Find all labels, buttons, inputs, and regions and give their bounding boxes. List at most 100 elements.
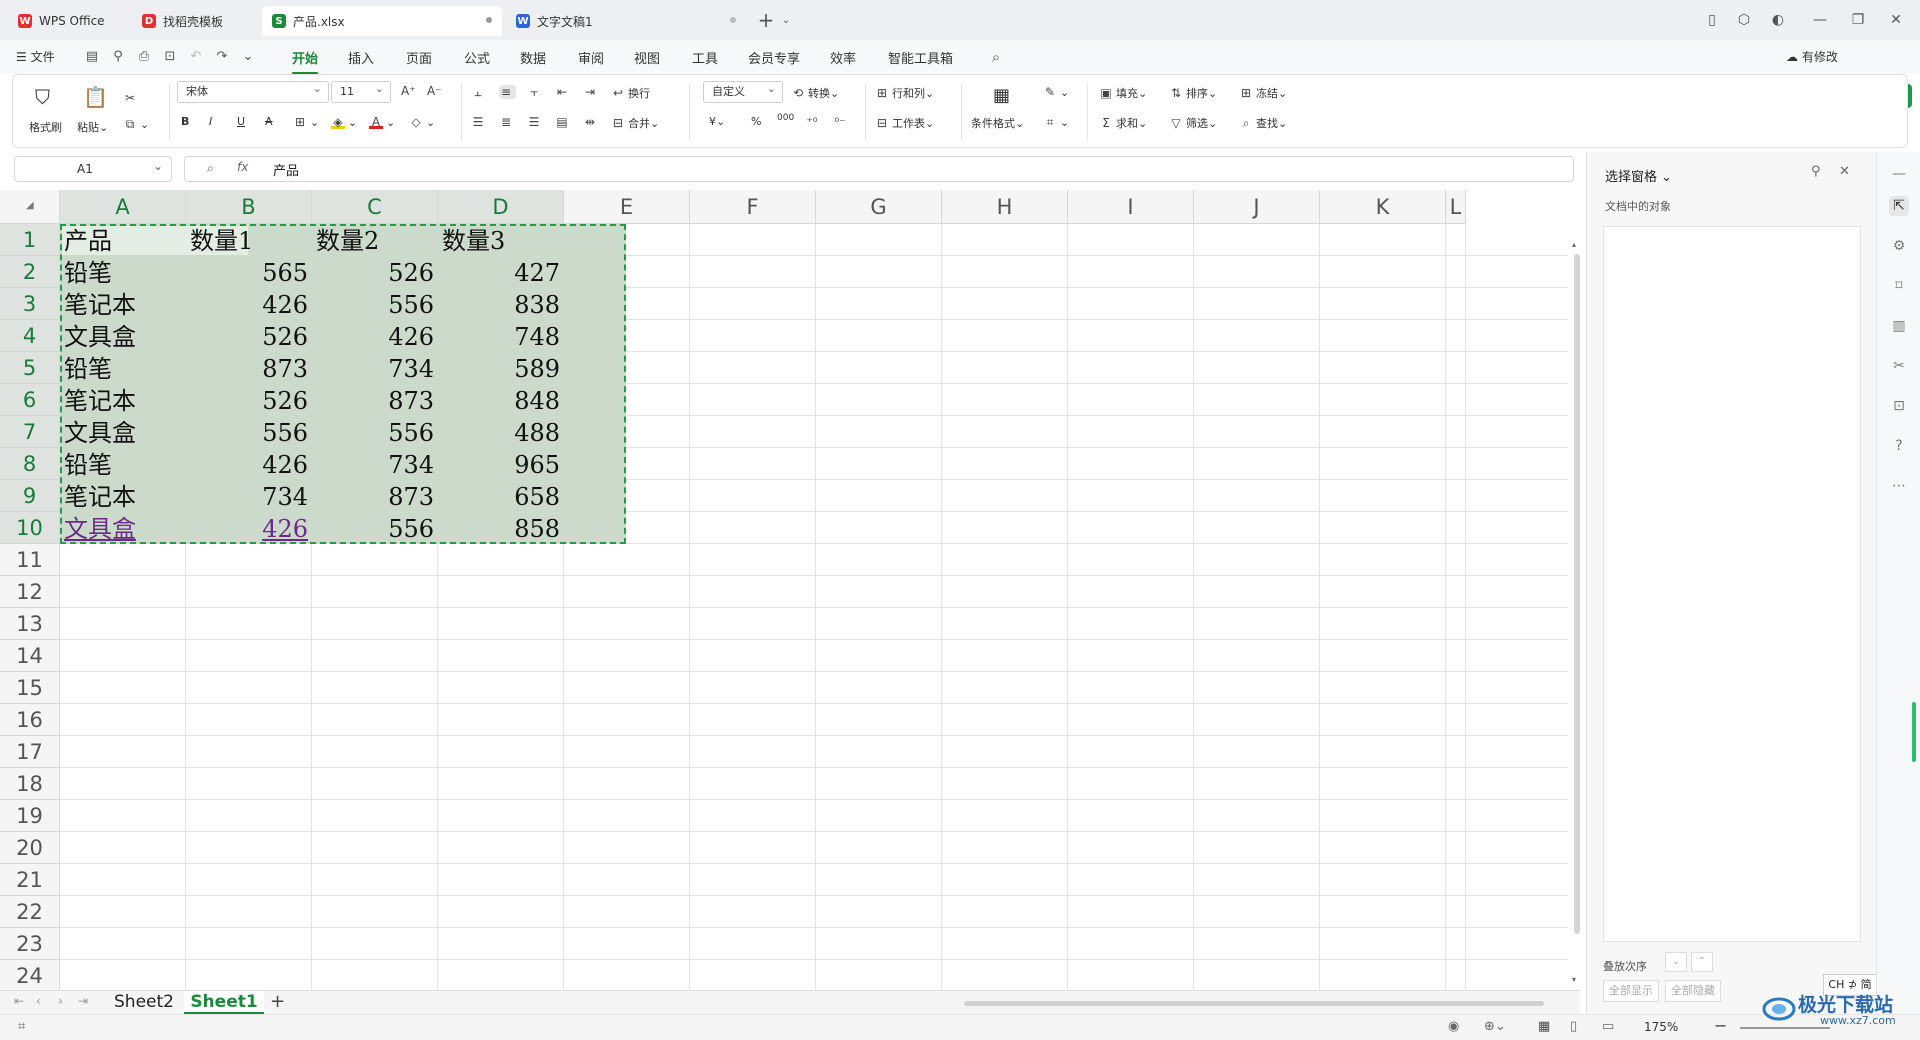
underline-button[interactable]: U xyxy=(237,115,245,128)
bold-button[interactable]: B xyxy=(181,115,189,128)
cell-d9[interactable]: 658 xyxy=(438,480,560,512)
eye-protection-icon[interactable]: ◉ xyxy=(1448,1019,1459,1034)
print-icon[interactable]: ⎙ xyxy=(136,49,152,65)
pane-title[interactable]: 选择窗格 ⌄ xyxy=(1605,166,1672,185)
tab-spreadsheet[interactable]: S 产品.xlsx xyxy=(262,6,502,36)
decimal-decrease-icon[interactable]: ⁰⁻ xyxy=(833,115,850,129)
border-icon[interactable]: ⊞ ⌄ xyxy=(293,115,319,129)
book-icon[interactable]: ⊡ xyxy=(1889,396,1909,416)
collapse-icon[interactable]: — xyxy=(1889,164,1909,184)
menu-member[interactable]: 会员专享 xyxy=(748,48,800,67)
row-header-10[interactable]: 10 xyxy=(0,512,60,544)
hide-all-button[interactable]: 全部隐藏 xyxy=(1665,980,1721,1002)
row-header-23[interactable]: 23 xyxy=(0,928,60,960)
convert-button[interactable]: ⟲ 转换 ⌄ xyxy=(791,85,839,101)
layout-icon[interactable]: ▯ xyxy=(1700,8,1724,32)
cell-c2[interactable]: 526 xyxy=(312,256,434,288)
cell-b9[interactable]: 734 xyxy=(186,480,308,512)
cell-a5[interactable]: 铅笔 xyxy=(64,352,184,384)
menu-efficiency[interactable]: 效率 xyxy=(830,48,856,67)
cell-b3[interactable]: 426 xyxy=(186,288,308,320)
cell-c1[interactable]: 数量2 xyxy=(316,224,436,256)
menu-review[interactable]: 审阅 xyxy=(578,48,604,67)
macro-icon[interactable]: ⌗ xyxy=(18,1019,25,1034)
annotation-icon[interactable]: ⌑ xyxy=(1889,276,1909,296)
tab-writer[interactable]: W 文字文稿1 xyxy=(506,6,746,36)
cell-a6[interactable]: 笔记本 xyxy=(64,384,184,416)
menu-smart-toolbox[interactable]: 智能工具箱 xyxy=(888,48,953,67)
file-menu[interactable]: ☰ 文件 xyxy=(16,48,55,65)
name-box[interactable]: A1 xyxy=(14,154,172,182)
unsaved-dot-icon[interactable] xyxy=(486,17,492,23)
cell-a10[interactable]: 文具盒 xyxy=(64,512,184,544)
align-bottom-icon[interactable]: ⫟ xyxy=(527,85,544,99)
column-header-d[interactable]: D xyxy=(438,190,564,224)
cut-icon[interactable]: ✂ xyxy=(123,91,140,105)
cell-b7[interactable]: 556 xyxy=(186,416,308,448)
prev-sheet-icon[interactable]: ‹ xyxy=(36,994,41,1008)
fill-button[interactable]: ▣ 填充 ⌄ xyxy=(1099,85,1147,101)
focus-mode-icon[interactable]: ⊕⌄ xyxy=(1484,1019,1506,1034)
font-color-icon[interactable]: A ⌄ xyxy=(369,115,395,129)
number-format-select[interactable]: 自定义 xyxy=(703,79,783,103)
column-header-g[interactable]: G xyxy=(816,190,942,224)
tab-docer[interactable]: D 找稻壳模板 xyxy=(132,6,258,36)
first-sheet-icon[interactable]: ⇤ xyxy=(14,994,24,1008)
row-header-22[interactable]: 22 xyxy=(0,896,60,928)
column-header-c[interactable]: C xyxy=(312,190,438,224)
row-header-3[interactable]: 3 xyxy=(0,288,60,320)
cell-b1[interactable]: 数量1 xyxy=(190,224,310,256)
tab-wps-office[interactable]: W WPS Office xyxy=(8,6,122,36)
spreadsheet-grid[interactable]: ◢ ABCDEFGHIJKL 1 2 3 4 5 6 7 8 9 10 11 12 13 14 15 16 17… xyxy=(0,190,1568,990)
cell-b4[interactable]: 526 xyxy=(186,320,308,352)
modified-status[interactable]: ☁ 有修改 xyxy=(1786,48,1838,65)
thousands-button[interactable]: 000 xyxy=(777,113,794,123)
next-sheet-icon[interactable]: › xyxy=(58,994,63,1008)
align-left-icon[interactable]: ☰ xyxy=(471,115,488,129)
column-header-b[interactable]: B xyxy=(186,190,312,224)
export-icon[interactable]: ⚲ xyxy=(110,49,126,65)
cell-d5[interactable]: 589 xyxy=(438,352,560,384)
print-preview-icon[interactable]: ⊡ xyxy=(162,49,178,65)
horizontal-scrollbar[interactable] xyxy=(964,1001,1544,1006)
move-up-button[interactable]: ⌃ xyxy=(1691,952,1713,972)
help-icon[interactable]: ? xyxy=(1889,436,1909,456)
cell-b2[interactable]: 565 xyxy=(186,256,308,288)
align-top-icon[interactable]: ⫠ xyxy=(471,85,488,99)
column-header-j[interactable]: J xyxy=(1194,190,1320,224)
minimize-icon[interactable]: — xyxy=(1808,8,1832,32)
normal-view-icon[interactable]: ▦ xyxy=(1538,1019,1550,1034)
menu-formula[interactable]: 公式 xyxy=(464,48,490,67)
row-header-4[interactable]: 4 xyxy=(0,320,60,352)
row-header-24[interactable]: 24 xyxy=(0,960,60,990)
adjust-icon[interactable]: ⚙ xyxy=(1889,236,1909,256)
font-size-select[interactable]: 11 xyxy=(331,79,391,103)
paste-button[interactable]: 粘贴 ⌄ xyxy=(77,119,108,135)
sum-button[interactable]: Σ 求和 ⌄ xyxy=(1099,115,1147,131)
row-header-1[interactable]: 1 xyxy=(0,224,60,256)
cell-d3[interactable]: 838 xyxy=(438,288,560,320)
avatar[interactable]: ◐ xyxy=(1766,8,1790,32)
column-header-e[interactable]: E xyxy=(564,190,690,224)
row-header-15[interactable]: 15 xyxy=(0,672,60,704)
font-shrink-icon[interactable]: A⁻ xyxy=(427,84,444,98)
format-painter-button[interactable]: 格式刷 xyxy=(29,119,62,135)
cell-c5[interactable]: 734 xyxy=(312,352,434,384)
select-all-corner[interactable]: ◢ xyxy=(0,190,60,224)
cell-d2[interactable]: 427 xyxy=(438,256,560,288)
tools-icon[interactable]: ✂ xyxy=(1889,356,1909,376)
move-down-button[interactable]: ⌄ xyxy=(1665,952,1687,972)
zoom-out-icon[interactable]: − xyxy=(1714,1016,1727,1035)
sheet-tab-sheet1[interactable]: Sheet1 xyxy=(184,991,264,1014)
cell-b8[interactable]: 426 xyxy=(186,448,308,480)
add-sheet-button[interactable]: + xyxy=(270,991,285,1012)
restore-icon[interactable]: ❐ xyxy=(1846,8,1870,32)
worksheet-button[interactable]: ⊟ 工作表 ⌄ xyxy=(875,115,934,131)
fx-icon[interactable]: fx xyxy=(237,160,248,174)
pane-close-icon[interactable]: ✕ xyxy=(1839,164,1850,179)
sort-button[interactable]: ⇅ 排序 ⌄ xyxy=(1169,85,1217,101)
column-header-f[interactable]: F xyxy=(690,190,816,224)
page-layout-icon[interactable]: ▯ xyxy=(1570,1019,1577,1034)
cell-a2[interactable]: 铅笔 xyxy=(64,256,184,288)
row-header-8[interactable]: 8 xyxy=(0,448,60,480)
